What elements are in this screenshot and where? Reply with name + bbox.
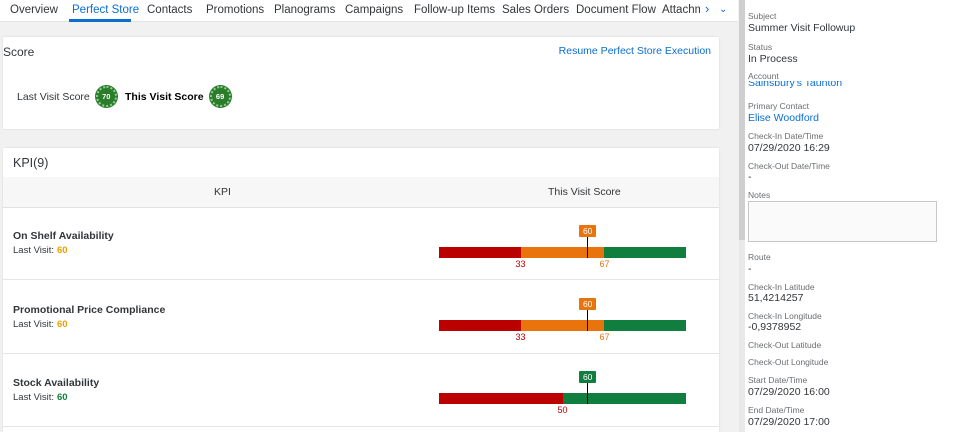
gauge-segment-red [439,320,521,331]
this-visit-score-badge: 69 [209,86,231,107]
last-visit-value: 60 [57,245,68,256]
kpi-row: Stock Availability Last Visit: 60 50 60 [3,354,719,427]
gauge-current-label: 60 [579,298,597,310]
tab-planograms[interactable]: Planograms [274,4,335,16]
kpi-last-visit: Last Visit: 60 [13,245,68,256]
checkout-datetime-label: Check-Out Date/Time [748,161,830,171]
kpi-name: Promotional Price Compliance [13,304,166,316]
checkin-datetime-value: 07/29/2020 16:29 [748,142,830,154]
details-panel: Subject Summer Visit Followup Status In … [739,0,970,432]
notes-label: Notes [748,190,771,200]
gauge-threshold-label: 67 [599,332,610,342]
resume-perfect-store-link[interactable]: Resume Perfect Store Execution [559,45,711,57]
last-visit-value: 60 [57,319,68,330]
last-visit-score: Last Visit Score 70 [17,86,117,107]
gauge-segment-green [604,247,686,258]
tab-perfect-store[interactable]: Perfect Store [72,4,139,16]
kpi-row: On Shelf Availability Last Visit: 60 33 67 60 [3,207,719,280]
status-label: Status [748,42,773,52]
status-value: In Process [748,53,798,65]
gauge-threshold-label: 33 [515,332,526,342]
details-scrollbar[interactable] [739,0,745,432]
gauge-segment-red [439,393,563,404]
account-link[interactable]: Sainsbury's Taunton [748,81,842,89]
last-visit-prefix: Last Visit: [13,392,55,403]
tab-document-flow[interactable]: Document Flow [576,4,656,16]
last-visit-score-badge: 70 [95,86,117,107]
kpi-gauge: 33 67 60 [439,298,686,348]
tab-attachments[interactable]: Attachm [662,4,700,16]
tab-sales-orders[interactable]: Sales Orders [502,4,569,16]
checkin-longitude-label: Check-In Longitude [748,311,822,321]
this-visit-score-label: This Visit Score [125,90,204,103]
gauge-segment-orange [520,247,605,258]
this-visit-score: This Visit Score 69 [125,86,231,107]
visit-score-column-header: This Visit Score [548,186,621,198]
gauge-segment-green [604,320,686,331]
tab-campaigns[interactable]: Campaigns [345,4,403,16]
kpi-last-visit: Last Visit: 60 [13,319,68,330]
scrollbar-thumb[interactable] [739,0,745,240]
end-datetime-label: End Date/Time [748,405,805,415]
subject-label: Subject [748,11,777,21]
primary-contact-label: Primary Contact [748,101,809,111]
gauge-threshold-label: 33 [515,259,526,269]
route-value: - [748,263,752,275]
tab-overview[interactable]: Overview [10,4,58,16]
tab-promotions[interactable]: Promotions [206,4,264,16]
checkin-latitude-value: 51,4214257 [748,292,804,304]
gauge-threshold-label: 50 [557,405,568,415]
primary-contact-link[interactable]: Elise Woodford [748,112,819,124]
tab-follow-up-items[interactable]: Follow-up Items [414,4,495,16]
subject-value: Summer Visit Followup [748,22,856,34]
gauge-threshold-label: 67 [599,259,610,269]
kpi-title: KPI(9) [13,156,49,170]
kpi-row: Promotional Price Compliance Last Visit: 6… [3,281,719,354]
last-visit-prefix: Last Visit: [13,319,55,330]
tab-contacts[interactable]: Contacts [147,4,192,16]
gauge-segment-orange [520,320,605,331]
start-datetime-value: 07/29/2020 16:00 [748,386,830,398]
gauge-current-label: 60 [579,225,597,237]
kpi-last-visit: Last Visit: 60 [13,392,68,403]
last-visit-score-label: Last Visit Score [17,90,90,103]
kpi-column-header: KPI [214,186,231,198]
notes-textarea[interactable] [748,201,937,242]
checkin-latitude-label: Check-In Latitude [748,282,815,292]
kpi-table-header: KPI This Visit Score [3,177,719,208]
checkin-longitude-value: -0,9378952 [748,321,802,333]
checkout-longitude-label: Check-Out Longitude [748,357,829,367]
last-visit-value: 60 [57,392,68,403]
gauge-segment-red [439,247,521,258]
gauge-current-label: 60 [579,371,597,383]
active-tab-indicator [69,19,131,22]
tab-bar: Overview Perfect Store Contacts Promotio… [0,0,738,22]
chevron-down-icon[interactable]: ⌄ [719,4,727,15]
start-datetime-label: Start Date/Time [748,375,808,385]
kpi-gauge: 33 67 60 [439,225,686,275]
checkout-datetime-value: - [748,171,752,183]
chevron-right-icon[interactable]: › [705,1,709,16]
gauge-segment-green [562,393,686,404]
kpi-name: Stock Availability [13,377,100,389]
checkout-latitude-label: Check-Out Latitude [748,340,822,350]
kpi-name: On Shelf Availability [13,230,114,242]
account-label: Account [748,71,779,81]
kpi-card: KPI(9) KPI This Visit Score On Shelf Ava… [3,148,719,432]
kpi-gauge: 50 60 [439,371,686,421]
end-datetime-value: 07/29/2020 17:00 [748,416,830,428]
checkin-datetime-label: Check-In Date/Time [748,131,824,141]
last-visit-prefix: Last Visit: [13,245,55,256]
route-label: Route [748,252,771,262]
score-title: Score [3,45,35,59]
score-card: Score Resume Perfect Store Execution Las… [3,37,719,129]
